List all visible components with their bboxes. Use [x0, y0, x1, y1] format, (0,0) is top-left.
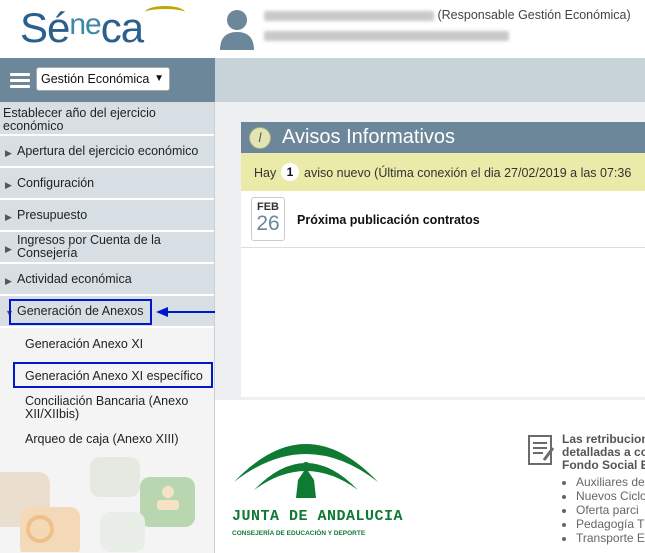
- retribuciones-list: Auxiliares de Nuevos Ciclo Oferta parci …: [566, 475, 645, 545]
- app-header: Séneca (Responsable Gestión Económica): [0, 0, 645, 58]
- submenu-anexo-xi[interactable]: Generación Anexo XI: [0, 338, 214, 358]
- triangle-right-icon: ▶: [5, 244, 12, 254]
- logo-text-pre: Sé: [20, 4, 70, 51]
- menu-configuracion[interactable]: ▶ Configuración: [0, 168, 214, 200]
- content-topbar: [215, 58, 645, 102]
- user-center-redacted: [264, 27, 509, 42]
- info-icon: l: [249, 127, 271, 149]
- triangle-right-icon: ▶: [5, 180, 12, 190]
- logo-swoosh: [145, 6, 185, 19]
- retrib-list-item[interactable]: Pedagogía T: [576, 517, 645, 531]
- aviso-item-title[interactable]: Próxima publicación contratos: [297, 213, 480, 227]
- submenu-conciliacion-bancaria[interactable]: Conciliación Bancaria (Anexo XII/XIIbis): [0, 395, 214, 423]
- junta-title: JUNTA DE ANDALUCIA: [232, 508, 404, 525]
- new-notices-bar: Hay aviso nuevo (Última conexión el dia …: [241, 153, 645, 191]
- avisos-title: Avisos Informativos: [282, 126, 456, 148]
- submenu-label: Generación Anexo XI: [25, 337, 144, 351]
- document-icon: [528, 435, 555, 465]
- retribuciones-text: Las retribucion detalladas a co Fondo So…: [562, 433, 645, 472]
- highlight-box-anexo-xi-especifico: [13, 362, 213, 388]
- notice-text-pre: Hay: [254, 166, 277, 180]
- menu-label: Configuración: [17, 176, 95, 190]
- retrib-list-item[interactable]: Auxiliares de: [576, 475, 645, 489]
- submenu-arqueo-caja[interactable]: Arqueo de caja (Anexo XIII): [0, 433, 214, 453]
- retrib-line: Fondo Social E: [562, 458, 645, 472]
- triangle-right-icon: ▶: [5, 148, 12, 158]
- junta-andalucia-logo[interactable]: [230, 420, 382, 504]
- retrib-list-item[interactable]: Nuevos Ciclo: [576, 489, 645, 503]
- menu-presupuesto[interactable]: ▶ Presupuesto: [0, 200, 214, 232]
- user-name-redacted: [264, 10, 434, 21]
- menu-apertura-ejercicio[interactable]: ▶ Apertura del ejercicio económico: [0, 136, 214, 168]
- retrib-list-item[interactable]: Transporte E: [576, 531, 645, 545]
- submenu-label: Arqueo de caja (Anexo XIII): [25, 432, 179, 446]
- notice-text-post: aviso nuevo (Última conexión el dia 27/0…: [304, 166, 632, 180]
- menu-actividad-economica[interactable]: ▶ Actividad económica: [0, 264, 214, 296]
- submenu-label: Conciliación Bancaria (Anexo XII/XIIbis): [25, 394, 189, 421]
- seneca-logo[interactable]: Séneca: [20, 4, 185, 52]
- menu-label: Apertura del ejercicio económico: [17, 144, 199, 158]
- menu-label: Presupuesto: [17, 208, 88, 222]
- logo-text-mid: ne: [69, 8, 101, 41]
- user-avatar-icon[interactable]: [218, 8, 256, 50]
- logo-text-post: ca: [100, 4, 144, 51]
- junta-subtitle: CONSEJERÍA DE EDUCACIÓN Y DEPORTE: [232, 530, 366, 537]
- menu-label: Actividad económica: [17, 272, 132, 286]
- module-select[interactable]: Gestión Económica ▼: [36, 67, 170, 91]
- aviso-separator: [241, 247, 645, 248]
- retrib-list-item[interactable]: Oferta parci: [576, 503, 645, 517]
- menu-ingresos-consejeria[interactable]: ▶ Ingresos por Cuenta de la Consejería: [0, 232, 214, 264]
- menu-label: Establecer año del ejercicio económico: [3, 106, 156, 133]
- menu-label: Ingresos por Cuenta de la Consejería: [17, 233, 161, 260]
- triangle-right-icon: ▶: [5, 276, 12, 286]
- decorative-apps-illustration: [0, 457, 195, 552]
- menu-establecer-anio[interactable]: Establecer año del ejercicio económico: [0, 102, 214, 136]
- user-info: (Responsable Gestión Económica): [264, 8, 631, 22]
- module-select-value: Gestión Económica: [41, 72, 150, 86]
- annotation-arrow-head: [156, 307, 168, 317]
- notice-count-badge: 1: [281, 163, 299, 181]
- calendar-day: 26: [256, 212, 280, 235]
- highlight-box-generacion-anexos: [9, 299, 152, 325]
- user-role: (Responsable Gestión Económica): [437, 8, 631, 22]
- hamburger-icon[interactable]: [10, 73, 30, 89]
- calendar-icon: FEB 26: [251, 197, 285, 241]
- triangle-right-icon: ▶: [5, 212, 12, 222]
- chevron-down-icon: ▼: [154, 73, 164, 84]
